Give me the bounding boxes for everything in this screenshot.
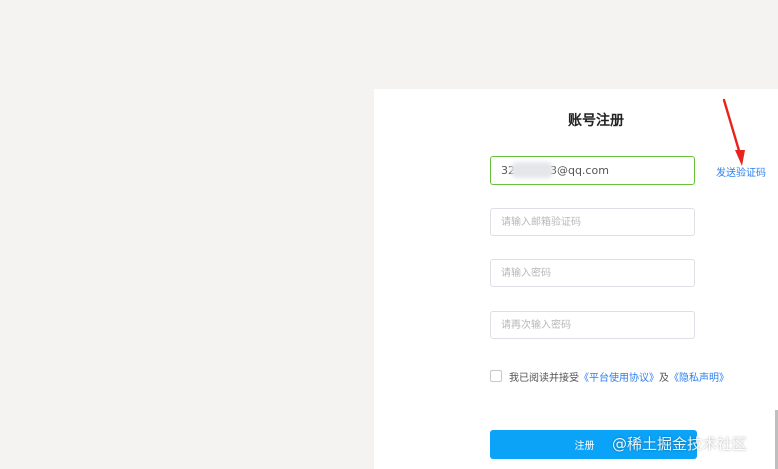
email-privacy-mask xyxy=(511,162,553,178)
annotation-arrow-icon xyxy=(722,98,745,166)
terms-link[interactable]: 《平台使用协议》 xyxy=(579,369,659,384)
agreement-text: 我已阅读并接受 xyxy=(509,372,579,384)
email-code-field[interactable] xyxy=(490,208,695,236)
register-button[interactable]: 注册 xyxy=(490,430,697,459)
privacy-link[interactable]: 《隐私声明》 xyxy=(669,369,729,384)
page-title: 账号注册 xyxy=(568,113,624,129)
password-field[interactable] xyxy=(490,259,695,287)
confirm-password-field[interactable] xyxy=(490,311,695,339)
page: 账号注册 发送验证码 我已阅读并接受 《平台使用协议》 及 《隐私声明》 注册 … xyxy=(0,0,778,469)
agreement-and: 及 xyxy=(659,372,669,384)
register-button-label: 注册 xyxy=(574,441,595,452)
agreement-row: 我已阅读并接受 《平台使用协议》 及 《隐私声明》 xyxy=(490,368,729,384)
agree-checkbox[interactable] xyxy=(490,370,502,382)
